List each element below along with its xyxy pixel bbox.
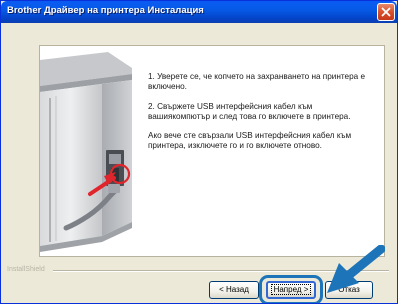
content-panel: 1. Уверете се, че копчето на захранванет… (39, 45, 385, 257)
printer-usb-illustration (40, 46, 138, 256)
dialog-body: 1. Уверете се, че копчето на захранванет… (1, 23, 397, 303)
instructions-text: 1. Уверете се, че копчето на захранванет… (148, 72, 376, 161)
title-bar[interactable]: Brother Драйвер на принтера Инсталация (1, 1, 397, 23)
back-button[interactable]: < Назад (209, 281, 259, 299)
instruction-step-2: 2. Свържете USB интерфейсния кабел към в… (148, 101, 351, 121)
close-button[interactable] (377, 3, 395, 21)
footer-divider (53, 270, 389, 272)
installshield-brand: InstallShield (7, 266, 45, 273)
installer-window: Brother Драйвер на принтера Инсталация 1… (0, 0, 398, 304)
cancel-button[interactable]: Отказ (325, 281, 373, 299)
next-button[interactable]: Напред > (266, 281, 316, 299)
instruction-step-1: 1. Уверете се, че копчето на захранванет… (148, 72, 366, 92)
next-button-label: Напред > (270, 284, 312, 295)
close-icon (381, 7, 391, 17)
printer-icon (40, 46, 138, 256)
window-title: Brother Драйвер на принтера Инсталация (7, 5, 204, 16)
instruction-note: Ако вече сте свързали USB интерфейсния к… (148, 131, 352, 151)
